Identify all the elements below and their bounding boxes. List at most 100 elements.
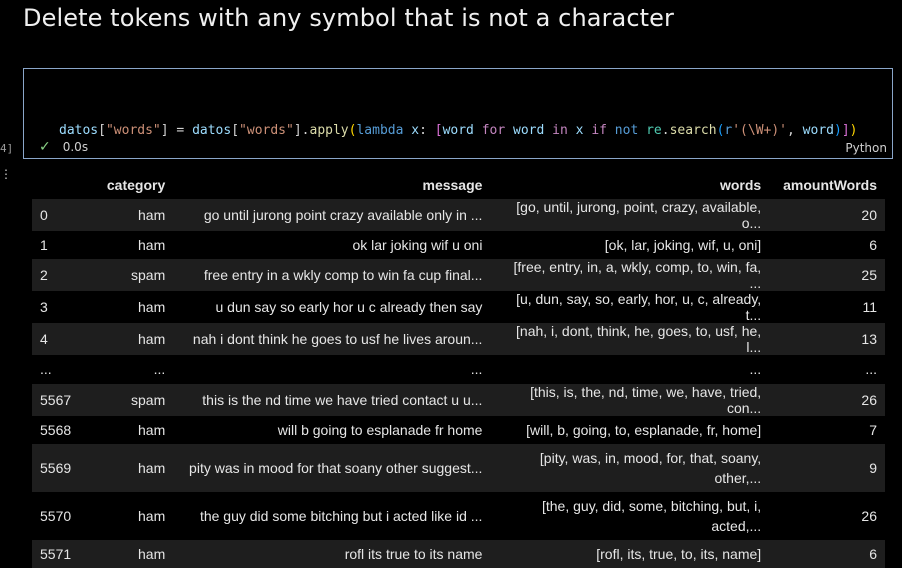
code-cell[interactable]: datos["words"] = datos["words"].apply(la…	[23, 68, 893, 197]
cell-words: [nah, i, dont, think, he, goes, to, usf,…	[516, 323, 762, 356]
cell-words: [the, guy, did, some, bitching, but, i, …	[541, 497, 762, 534]
cell-category: spam	[131, 267, 166, 284]
cell-category: ham	[138, 299, 166, 316]
cell-category: spam	[131, 391, 166, 408]
table-row: 1 ham ok lar joking wif u oni [ok, lar, jok…	[32, 231, 885, 260]
code-token: [	[231, 123, 240, 138]
column-header-words: words	[490, 171, 770, 199]
cell-words: [pity, was, in, mood, for, that, soany, …	[539, 449, 762, 486]
table-row: 5567 spam this is the nd time we have trie…	[32, 383, 885, 416]
code-token: in	[552, 123, 568, 138]
cell-amountWords: 11	[862, 299, 877, 316]
row-index: 4	[40, 331, 48, 348]
cell-amountWords: ...	[865, 361, 877, 378]
code-token: search	[669, 123, 717, 138]
row-index: 5568	[40, 421, 72, 438]
cell-category: ham	[138, 237, 166, 254]
cell-amountWords: 26	[861, 391, 877, 408]
cell-words: ...	[749, 361, 762, 378]
cell-message: this is the nd time we have tried contac…	[202, 391, 483, 408]
cell-words: [free, entry, in, a, wkly, comp, to, win…	[513, 259, 762, 292]
row-index: 1	[40, 237, 48, 254]
cell-category: ham	[138, 546, 166, 563]
cell-message: ok lar joking wif u oni	[352, 237, 483, 254]
cell-message: will b going to esplanade fr home	[277, 421, 483, 438]
code-line-1: datos["words"] = datos["words"].apply(la…	[59, 121, 857, 141]
cell-message: go until jurong point crazy available on…	[203, 207, 483, 223]
cell-message: u dun say so early hor u c already then …	[215, 299, 483, 316]
row-index: 5571	[40, 546, 72, 563]
code-token: word	[442, 123, 474, 138]
code-token: [	[434, 123, 443, 138]
code-token: )	[849, 123, 858, 138]
cell-amountWords: 9	[869, 459, 877, 476]
cell-language-label[interactable]: Python	[845, 141, 887, 155]
cell-message: pity was in mood for that soany other su…	[189, 459, 483, 476]
table-body: 0 ham go until jurong point crazy availabl…	[32, 199, 885, 568]
code-token: datos	[192, 123, 232, 138]
code-token: lambda	[356, 123, 404, 138]
cell-category: ham	[138, 507, 166, 524]
cell-amountWords: 20	[861, 207, 877, 223]
code-token: ] =	[160, 123, 193, 138]
cell-amountWords: 6	[869, 546, 877, 563]
table-row: ...............	[32, 355, 885, 384]
table-row: 4 ham nah i dont think he goes to usf he l…	[32, 323, 885, 356]
row-index: 5567	[40, 391, 72, 408]
column-header-amountWords: amountWords	[769, 171, 885, 199]
cell-words: [rofl, its, true, to, its, name]	[596, 546, 762, 563]
row-index: 5570	[40, 507, 72, 524]
column-header-index	[32, 171, 88, 199]
cell-amountWords: 13	[861, 331, 877, 348]
row-index: 0	[40, 207, 48, 223]
column-header-message: message	[173, 171, 491, 199]
row-index: 2	[40, 267, 48, 284]
table-row: 5568 ham will b going to esplanade fr home…	[32, 415, 885, 444]
code-token: word	[513, 123, 545, 138]
code-token: "words"	[239, 123, 294, 138]
code-token: datos	[59, 123, 99, 138]
table-row: 3 ham u dun say so early hor u c already t…	[32, 291, 885, 324]
table-row: 5570 ham the guy did some bitching but i a…	[32, 491, 885, 540]
cell-category: ...	[153, 361, 166, 378]
cell-category: ham	[138, 421, 166, 438]
cell-category: ham	[138, 459, 166, 476]
cell-words: [will, b, going, to, esplanade, fr, home…	[526, 421, 762, 438]
code-token: "words"	[105, 123, 161, 138]
code-token: .	[661, 123, 670, 138]
row-index: 5569	[40, 459, 72, 476]
code-token: :	[419, 123, 435, 138]
cell-words: [this, is, the, nd, time, we, have, trie…	[530, 383, 762, 416]
code-token: not	[614, 123, 639, 138]
code-token: )	[833, 123, 842, 138]
cell-amountWords: 6	[869, 237, 877, 254]
code-token: for	[481, 123, 506, 138]
code-token: [	[98, 123, 106, 138]
check-icon: ✓	[39, 139, 51, 155]
column-header-category: category	[87, 171, 174, 199]
markdown-heading: Delete tokens with any symbol that is no…	[23, 4, 674, 32]
table-row: 0 ham go until jurong point crazy availabl…	[32, 199, 885, 231]
output-more-icon[interactable]: ⋮	[0, 168, 12, 180]
cell-amountWords: 26	[861, 507, 877, 524]
execution-count: 4]	[0, 142, 14, 155]
cell-words: [u, dun, say, so, early, hor, u, c, alre…	[516, 291, 762, 324]
cell-message: free entry in a wkly comp to win fa cup …	[203, 267, 483, 284]
cell-message: the guy did some bitching but i acted li…	[199, 507, 483, 524]
table-header-row: category message words amountWords	[32, 171, 885, 199]
code-token: if	[591, 123, 607, 138]
code-token: ]	[841, 123, 850, 138]
cell-message: ...	[470, 361, 483, 378]
cell-category: ham	[138, 331, 166, 348]
cell-message: nah i dont think he goes to usf he lives…	[192, 331, 483, 348]
table-row: 5569 ham pity was in mood for that soany o…	[32, 443, 885, 492]
table-row: 2 spam free entry in a wkly comp to win fa…	[32, 259, 885, 292]
cell-amountWords: 7	[869, 421, 877, 438]
cell-words: [go, until, jurong, point, crazy, availa…	[516, 199, 762, 231]
